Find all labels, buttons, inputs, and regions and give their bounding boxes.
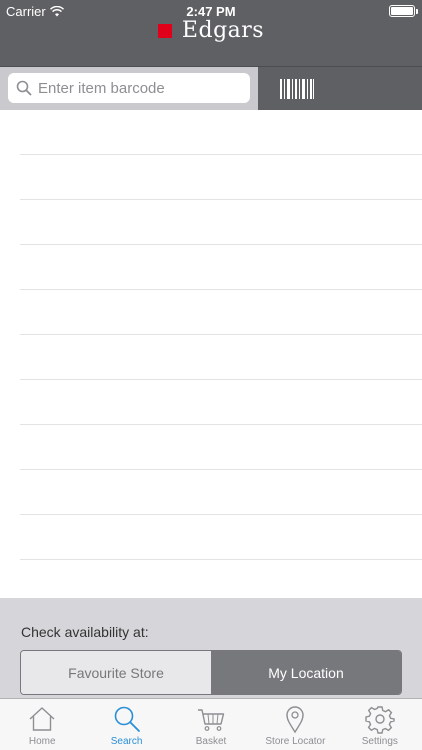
app-header: Carrier 2:47 PM Edgars: [0, 0, 422, 66]
tab-search[interactable]: Search: [84, 699, 168, 750]
tab-label-basket: Basket: [195, 736, 227, 747]
home-icon: [29, 707, 55, 731]
list-item[interactable]: [20, 515, 422, 560]
tab-label-search: Search: [110, 736, 143, 747]
results-list: [0, 110, 422, 598]
favourite-store-segment[interactable]: Favourite Store: [21, 651, 211, 694]
battery-icon: [389, 5, 418, 17]
list-item[interactable]: [20, 290, 422, 335]
tab-label-home: Home: [28, 736, 56, 747]
logo-mark-icon: [157, 23, 172, 38]
barcode-input[interactable]: [38, 79, 238, 97]
list-item[interactable]: [20, 110, 422, 155]
list-item[interactable]: [20, 155, 422, 200]
list-item[interactable]: [20, 245, 422, 290]
search-icon: [114, 706, 140, 732]
tab-bar: Home Search Basket Store Locator Setting…: [0, 698, 422, 750]
my-location-segment[interactable]: My Location: [211, 651, 401, 694]
list-item[interactable]: [20, 200, 422, 245]
tab-label-store-locator: Store Locator: [265, 736, 326, 747]
list-item[interactable]: [20, 470, 422, 515]
availability-label: Check availability at:: [21, 624, 149, 640]
basket-icon: [198, 709, 225, 731]
tab-label-settings: Settings: [361, 736, 398, 747]
status-time: 2:47 PM: [186, 4, 236, 19]
barcode-icon: [280, 79, 314, 99]
tab-home[interactable]: Home: [0, 699, 84, 750]
list-item[interactable]: [20, 380, 422, 425]
tab-store-locator[interactable]: Store Locator: [253, 699, 337, 750]
list-item[interactable]: [20, 425, 422, 470]
barcode-scan-button[interactable]: [258, 67, 422, 111]
map-pin-icon: [286, 706, 305, 734]
list-item[interactable]: [20, 335, 422, 380]
search-field[interactable]: [8, 73, 250, 103]
brand-logo: Edgars: [0, 18, 422, 43]
search-icon: [16, 80, 32, 96]
search-bar: [0, 66, 422, 111]
battery-fill: [391, 7, 413, 15]
brand-name: Edgars: [181, 18, 265, 43]
availability-panel: Check availability at: Favourite Store M…: [0, 598, 422, 698]
tab-basket[interactable]: Basket: [169, 699, 253, 750]
gear-icon: [365, 706, 395, 734]
tab-settings[interactable]: Settings: [338, 699, 422, 750]
availability-segmented-control: Favourite Store My Location: [20, 650, 402, 695]
